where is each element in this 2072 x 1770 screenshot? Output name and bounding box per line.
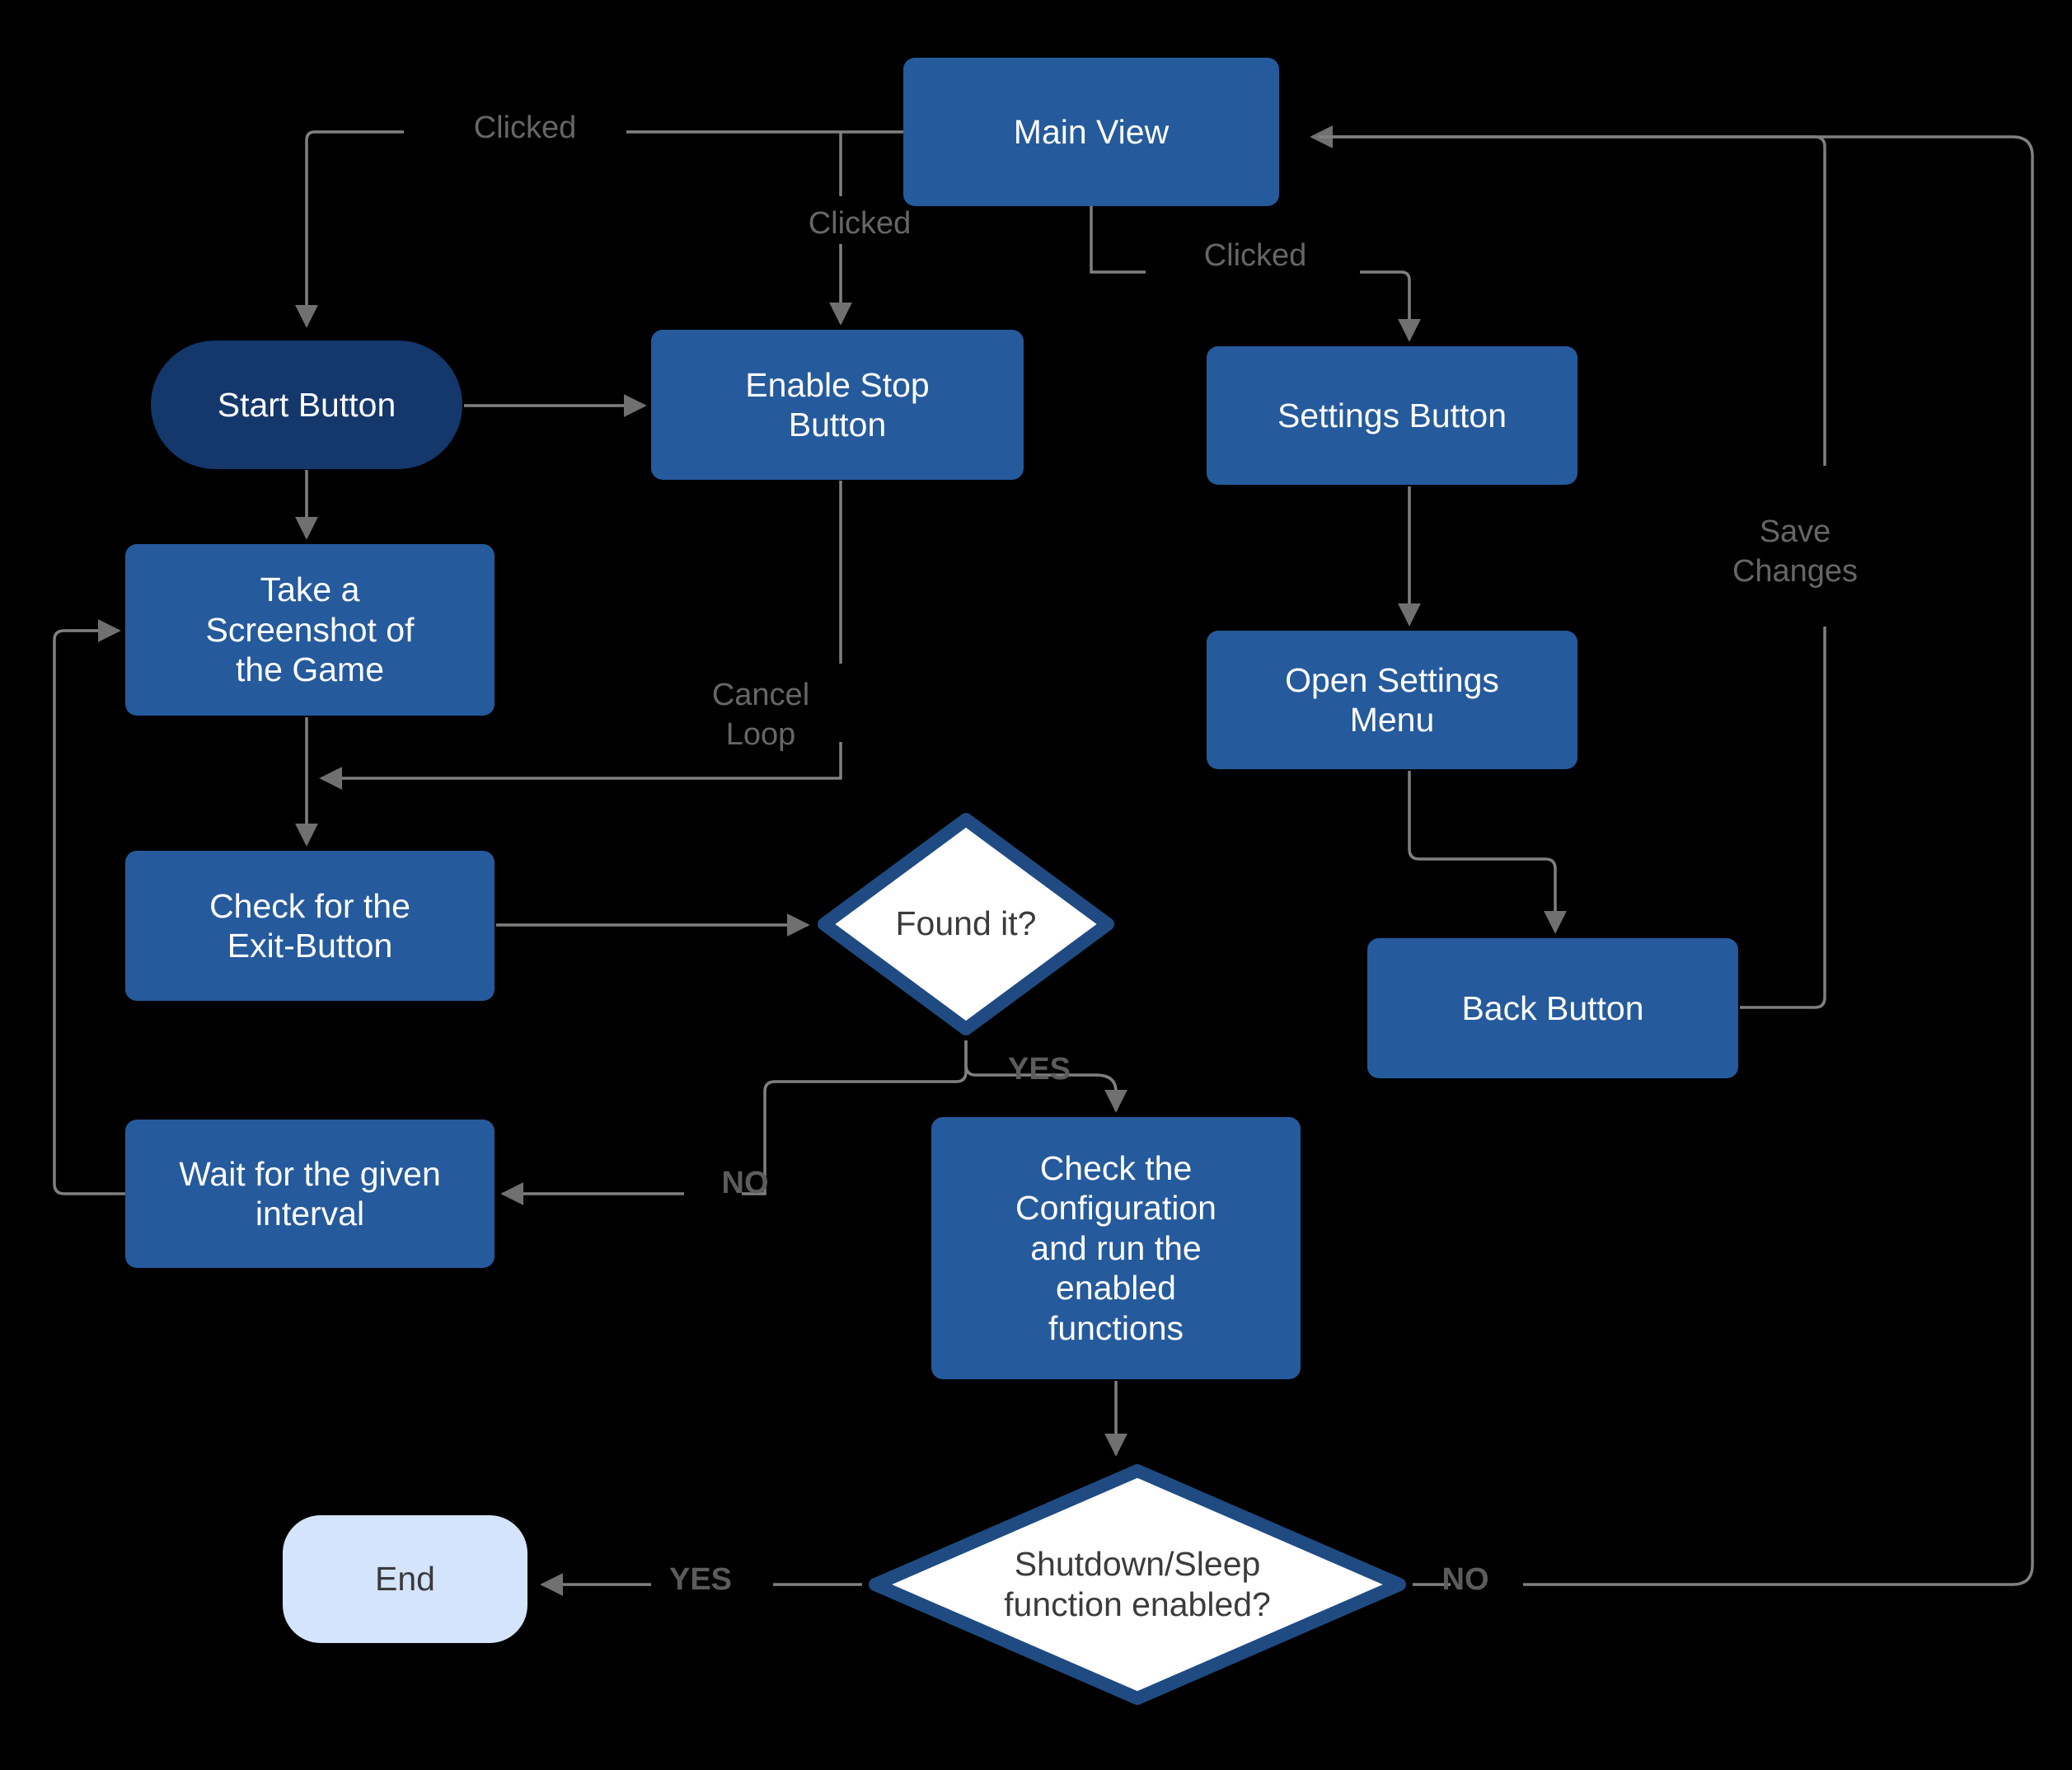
node-wait-interval-label: Wait for the given interval — [179, 1154, 441, 1232]
edge-label-clicked-enablestop: Clicked — [808, 206, 912, 241]
node-main-view[interactable]: Main View — [903, 58, 1279, 206]
edge-wait-to-screenshot — [53, 629, 125, 1195]
node-end-label: End — [375, 1560, 435, 1599]
node-shutdown-sleep-label: Shutdown/Sleep function enabled? — [1004, 1544, 1271, 1623]
node-settings-button-label: Settings Button — [1277, 396, 1507, 434]
node-check-exit-button[interactable]: Check for the Exit-Button — [125, 851, 495, 1001]
node-end[interactable]: End — [283, 1515, 527, 1643]
flowchart-canvas: Main View Start Button Enable Stop Button… — [0, 0, 2072, 1770]
edge-label-yes-shutdown: YES — [668, 1562, 733, 1597]
node-shutdown-sleep-decision[interactable]: Shutdown/Sleep function enabled? — [865, 1461, 1409, 1708]
node-wait-interval[interactable]: Wait for the given interval — [125, 1120, 495, 1268]
edge-label-no-found: NO — [721, 1166, 769, 1200]
node-check-configuration[interactable]: Check the Configuration and run the enabled… — [931, 1117, 1301, 1379]
edge-opensettings-to-back — [1408, 771, 1567, 934]
node-open-settings-menu-label: Open Settings Menu — [1285, 660, 1499, 739]
edge-label-no-shutdown: NO — [1441, 1562, 1489, 1597]
node-found-it-label: Found it? — [895, 904, 1037, 943]
edge-label-clicked-settings: Clicked — [1203, 238, 1307, 273]
node-take-screenshot[interactable]: Take a Screenshot of the Game — [125, 544, 495, 716]
node-open-settings-menu[interactable]: Open Settings Menu — [1207, 631, 1577, 769]
node-settings-button[interactable]: Settings Button — [1207, 346, 1577, 485]
edge-main-to-settings — [1090, 206, 1146, 274]
node-found-it-decision[interactable]: Found it? — [814, 810, 1118, 1039]
node-back-button-label: Back Button — [1461, 988, 1644, 1027]
edge-label-cancel-loop: Cancel Loop — [711, 678, 810, 752]
edge-label-clicked-start: Clicked — [473, 110, 577, 145]
node-enable-stop-button[interactable]: Enable Stop Button — [651, 330, 1024, 480]
node-enable-stop-button-label: Enable Stop Button — [745, 365, 930, 444]
node-take-screenshot-label: Take a Screenshot of the Game — [205, 570, 415, 689]
node-start-button-label: Start Button — [217, 385, 396, 424]
node-check-exit-button-label: Check for the Exit-Button — [209, 886, 410, 965]
node-back-button[interactable]: Back Button — [1367, 938, 1738, 1078]
node-start-button[interactable]: Start Button — [151, 340, 462, 469]
edge-label-save-changes: Save Changes — [1732, 514, 1859, 589]
edge-label-yes-found: YES — [1007, 1052, 1071, 1087]
node-check-configuration-label: Check the Configuration and run the enabled… — [1015, 1149, 1216, 1347]
edge-back-to-main — [1740, 627, 1826, 1009]
node-main-view-label: Main View — [1013, 112, 1170, 151]
